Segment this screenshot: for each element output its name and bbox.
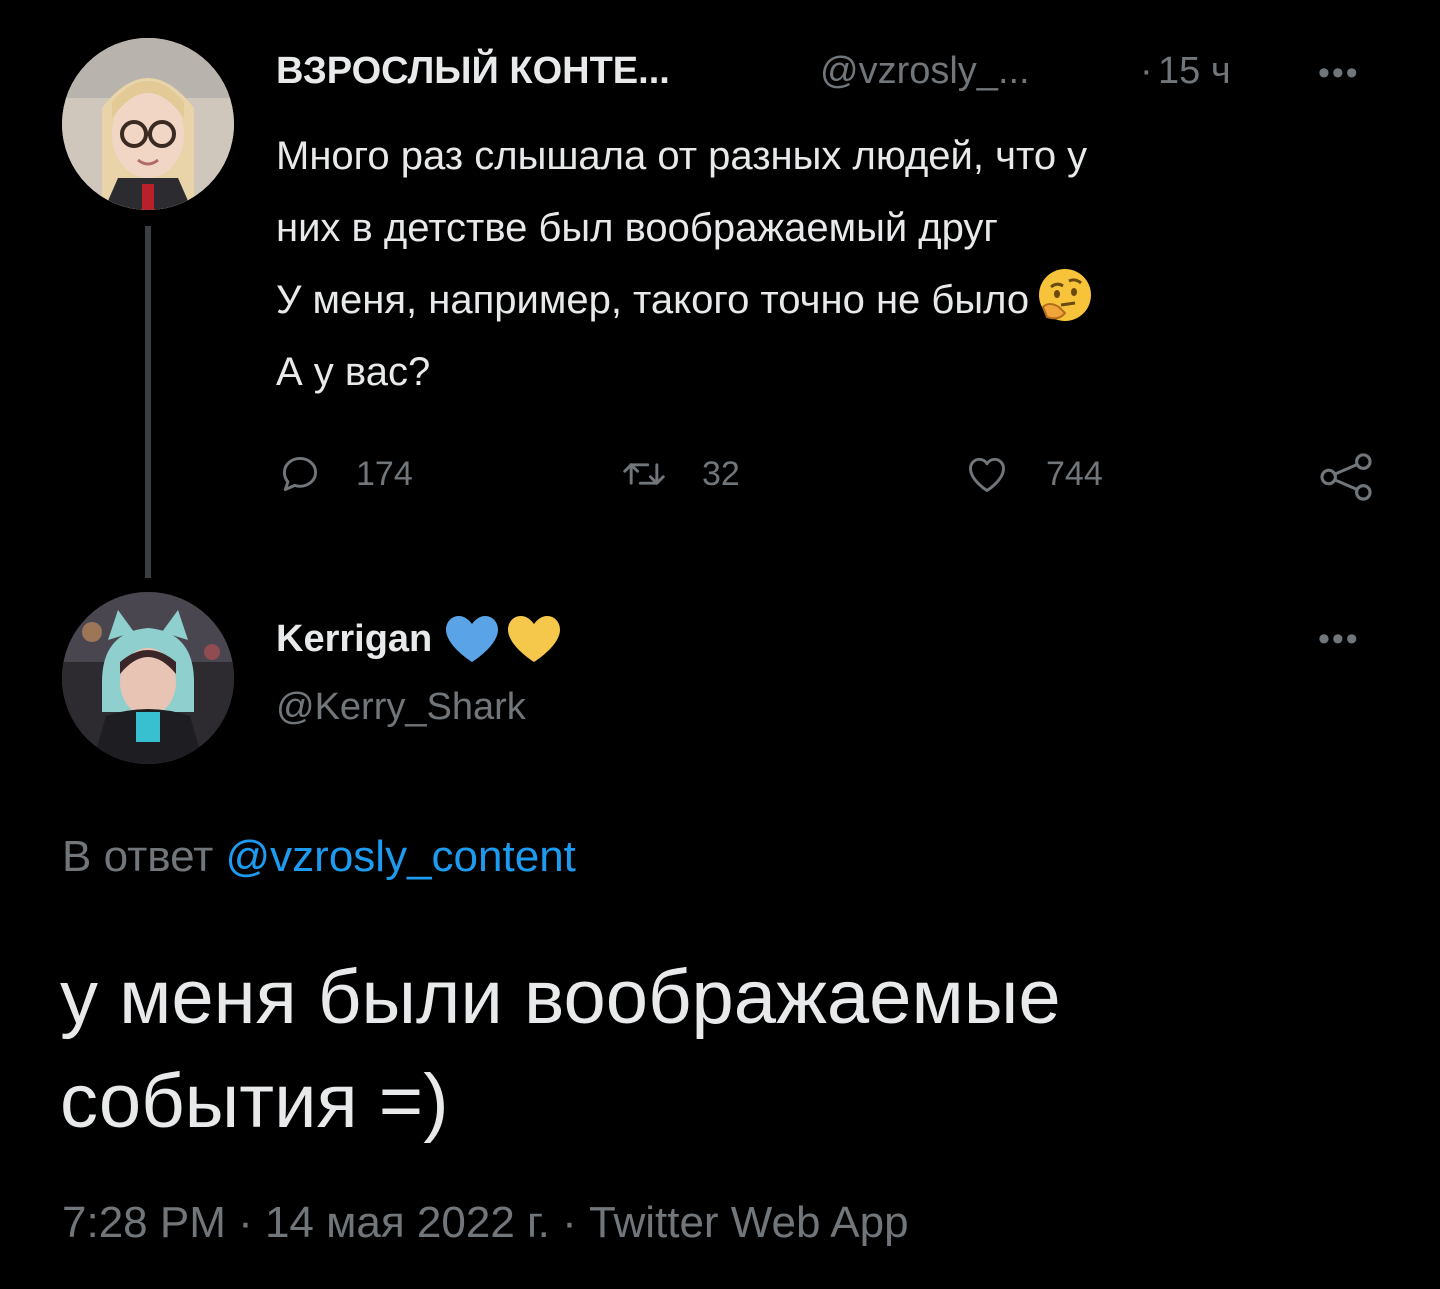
more-options-button[interactable]: ••• bbox=[1318, 622, 1360, 656]
blue-heart-icon bbox=[446, 616, 499, 662]
share-nodes-icon bbox=[1320, 453, 1372, 501]
reply-to-prefix: В ответ bbox=[62, 832, 214, 881]
tweet-text-line: события =) bbox=[60, 1059, 449, 1144]
tweet-meta-timestamp[interactable]: 7:28 PM · 14 мая 2022 г. · Twitter Web A… bbox=[62, 1198, 909, 1248]
more-options-button[interactable]: ••• bbox=[1318, 56, 1360, 90]
author-display-name-row[interactable]: Kerrigan bbox=[276, 614, 562, 664]
avatar[interactable] bbox=[62, 592, 234, 764]
tweet-timestamp[interactable]: 15 ч bbox=[1158, 50, 1231, 93]
like-count: 744 bbox=[1046, 454, 1103, 493]
tweet-text-line: них в детстве был воображаемый друг bbox=[276, 206, 999, 250]
tweet-text-line: А у вас? bbox=[276, 350, 431, 394]
tweet-text-line: у меня были воображаемые bbox=[60, 955, 1061, 1040]
reply-button[interactable]: 174 bbox=[278, 452, 413, 496]
retweet-button[interactable]: 32 bbox=[620, 452, 740, 496]
separator-dot: · bbox=[1140, 50, 1153, 92]
reply-bubble-icon bbox=[282, 456, 318, 492]
yellow-heart-icon bbox=[508, 616, 561, 662]
author-display-name: Kerrigan bbox=[276, 617, 433, 660]
like-button[interactable]: 744 bbox=[962, 452, 1103, 496]
reply-context: В ответ @vzrosly_content bbox=[62, 832, 576, 882]
thread-connector-line bbox=[145, 226, 151, 578]
tweet-text: Много раз слышала от разных людей, что у… bbox=[276, 120, 1396, 408]
avatar-photo bbox=[62, 592, 234, 764]
retweet-count: 32 bbox=[702, 454, 740, 493]
share-button[interactable] bbox=[1316, 452, 1410, 502]
name-emojis bbox=[444, 614, 562, 664]
retweet-icon bbox=[623, 463, 665, 485]
author-handle[interactable]: @Kerry_Shark bbox=[276, 686, 526, 729]
author-handle[interactable]: @vzrosly_... bbox=[820, 50, 1030, 93]
tweet-text: у меня были воображаемые события =) bbox=[60, 946, 1380, 1154]
author-display-name[interactable]: ВЗРОСЛЫЙ КОНТЕ... bbox=[276, 50, 670, 93]
reply-to-handle-link[interactable]: @vzrosly_content bbox=[226, 832, 576, 881]
tweet-text-segment: У меня, например, такого точно не было bbox=[276, 278, 1030, 322]
tweet-text-line: У меня, например, такого точно не было bbox=[276, 264, 1396, 336]
avatar-photo bbox=[62, 38, 234, 210]
thinking-face-emoji-icon bbox=[1039, 269, 1092, 321]
avatar[interactable] bbox=[62, 38, 234, 210]
reply-count: 174 bbox=[356, 454, 413, 493]
heart-outline-icon bbox=[969, 457, 1005, 492]
tweet-text-line: Много раз слышала от разных людей, что у bbox=[276, 134, 1088, 178]
